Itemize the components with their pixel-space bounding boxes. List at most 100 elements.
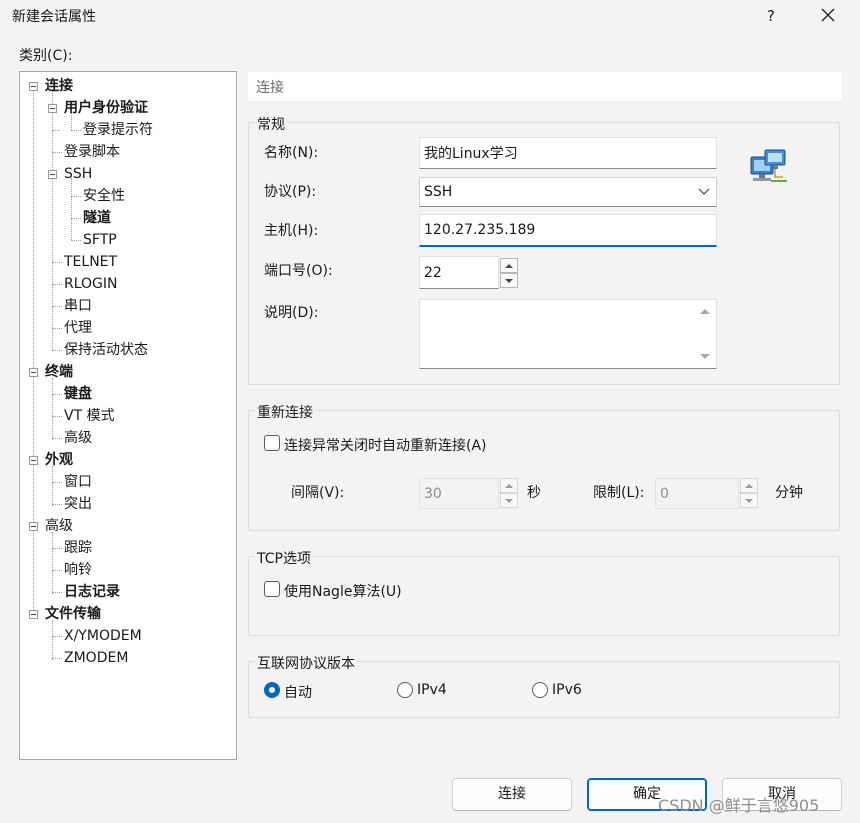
scroll-up-icon [700, 309, 710, 314]
tree-item-proxy[interactable]: 代理 [64, 318, 92, 338]
host-label: 主机(H): [264, 223, 319, 239]
spin-up-button[interactable] [500, 258, 518, 273]
general-group-title: 常规 [255, 114, 287, 134]
tree-line [52, 438, 62, 439]
tree-item-vt-modes[interactable]: VT 模式 [64, 406, 115, 426]
radio-ipv6-label[interactable]: IPv6 [552, 682, 582, 698]
tree-item-keyboard[interactable]: 键盘 [64, 384, 92, 404]
tree-line [71, 130, 81, 131]
radio-ipv4[interactable] [397, 682, 413, 698]
tree-item-login-script[interactable]: 登录脚本 [64, 142, 120, 162]
tree-item-connection[interactable]: 连接 [45, 76, 73, 96]
tree-item-ssh[interactable]: SSH [64, 164, 92, 184]
tree-item-login-prompts[interactable]: 登录提示符 [83, 120, 153, 140]
chevron-down-icon [698, 188, 710, 195]
tree-item-security[interactable]: 安全性 [83, 186, 125, 206]
collapse-icon[interactable] [48, 170, 57, 179]
tree-line [52, 152, 62, 153]
radio-ipv6[interactable] [532, 682, 548, 698]
tree-item-keep-alive[interactable]: 保持活动状态 [64, 340, 148, 360]
tree-item-window[interactable]: 窗口 [64, 472, 92, 492]
collapse-icon[interactable] [29, 82, 38, 91]
tree-line [52, 620, 53, 660]
scroll-down-icon [700, 354, 710, 359]
tree-item-advanced[interactable]: 高级 [45, 516, 73, 536]
host-field-value: 120.27.235.189 [424, 222, 536, 238]
tree-item-telnet[interactable]: TELNET [64, 252, 117, 272]
tree-item-zmodem[interactable]: ZMODEM [64, 648, 128, 668]
collapse-icon[interactable] [29, 368, 38, 377]
triangle-down-icon [505, 279, 513, 283]
tree-item-xymodem[interactable]: X/YMODEM [64, 626, 142, 646]
tree-line [52, 416, 62, 417]
spin-down-button[interactable] [500, 273, 518, 288]
tree-item-appearance[interactable]: 外观 [45, 450, 73, 470]
auto-reconnect-checkbox[interactable] [264, 435, 280, 451]
name-field[interactable]: 我的Linux学习 [419, 137, 717, 169]
connect-button[interactable]: 连接 [452, 778, 572, 811]
description-field[interactable] [419, 299, 717, 369]
panel-header-text: 连接 [256, 80, 284, 96]
limit-spinner[interactable] [740, 478, 758, 508]
tree-item-sftp[interactable]: SFTP [83, 230, 117, 250]
collapse-icon[interactable] [29, 522, 38, 531]
limit-field[interactable]: 0 [655, 478, 739, 509]
collapse-icon[interactable] [48, 104, 57, 113]
close-icon [821, 8, 835, 22]
title-bar: 新建会话属性 ? [0, 0, 860, 34]
tree-line [71, 240, 81, 241]
spin-down-button[interactable] [740, 493, 758, 508]
collapse-icon[interactable] [29, 610, 38, 619]
network-computers-icon [750, 149, 787, 182]
spin-up-button[interactable] [500, 478, 518, 493]
limit-field-value: 0 [660, 485, 669, 502]
reconnect-group-title: 重新连接 [255, 402, 315, 422]
radio-auto-label[interactable]: 自动 [284, 682, 312, 702]
triangle-down-icon [505, 499, 513, 503]
category-label: 类别(C): [19, 48, 73, 64]
protocol-select[interactable]: SSH [419, 177, 717, 207]
tree-line [52, 482, 62, 483]
triangle-up-icon [505, 264, 513, 268]
port-spinner[interactable] [500, 258, 518, 288]
tree-item-bell[interactable]: 响铃 [64, 560, 92, 580]
tree-item-serial[interactable]: 串口 [64, 296, 92, 316]
tree-item-logging[interactable]: 日志记录 [64, 582, 120, 602]
port-label: 端口号(O): [264, 263, 333, 279]
spin-up-button[interactable] [740, 478, 758, 493]
auto-reconnect-label[interactable]: 连接异常关闭时自动重新连接(A) [284, 435, 487, 455]
tree-item-terminal[interactable]: 终端 [45, 362, 73, 382]
category-tree[interactable]: 连接 用户身份验证 登录提示符 登录脚本 SSH 安全性 隧道 SFTP TEL… [19, 71, 237, 760]
port-field-value: 22 [424, 264, 442, 281]
port-field[interactable]: 22 [419, 256, 499, 289]
triangle-up-icon [505, 484, 513, 488]
radio-ipv4-label[interactable]: IPv4 [417, 682, 447, 698]
tree-item-trace[interactable]: 跟踪 [64, 538, 92, 558]
tree-item-tunneling[interactable]: 隧道 [83, 208, 111, 228]
tree-line [52, 90, 53, 350]
tree-line [52, 306, 62, 307]
tree-item-highlight[interactable]: 突出 [64, 494, 92, 514]
interval-field[interactable]: 30 [419, 478, 499, 509]
collapse-icon[interactable] [29, 456, 38, 465]
host-field[interactable]: 120.27.235.189 [419, 214, 717, 247]
nagle-label[interactable]: 使用Nagle算法(U) [284, 581, 402, 601]
spin-down-button[interactable] [500, 493, 518, 508]
radio-auto[interactable] [264, 682, 280, 698]
tree-item-user-auth[interactable]: 用户身份验证 [64, 98, 148, 118]
tree-line [52, 532, 53, 594]
tree-line [52, 636, 62, 637]
tree-item-rlogin[interactable]: RLOGIN [64, 274, 118, 294]
tree-line [52, 570, 62, 571]
interval-spinner[interactable] [500, 478, 518, 508]
tree-line [52, 130, 60, 131]
tree-item-file-transfer[interactable]: 文件传输 [45, 604, 101, 624]
nagle-checkbox[interactable] [264, 581, 280, 597]
close-button[interactable] [804, 0, 852, 32]
protocol-label: 协议(P): [264, 184, 317, 200]
ip-version-group-title: 互联网协议版本 [255, 653, 357, 673]
tree-item-terminal-advanced[interactable]: 高级 [64, 428, 92, 448]
description-scrollbar[interactable] [696, 302, 714, 366]
help-button[interactable]: ? [751, 0, 791, 32]
panel-header: 连接 [248, 72, 842, 101]
